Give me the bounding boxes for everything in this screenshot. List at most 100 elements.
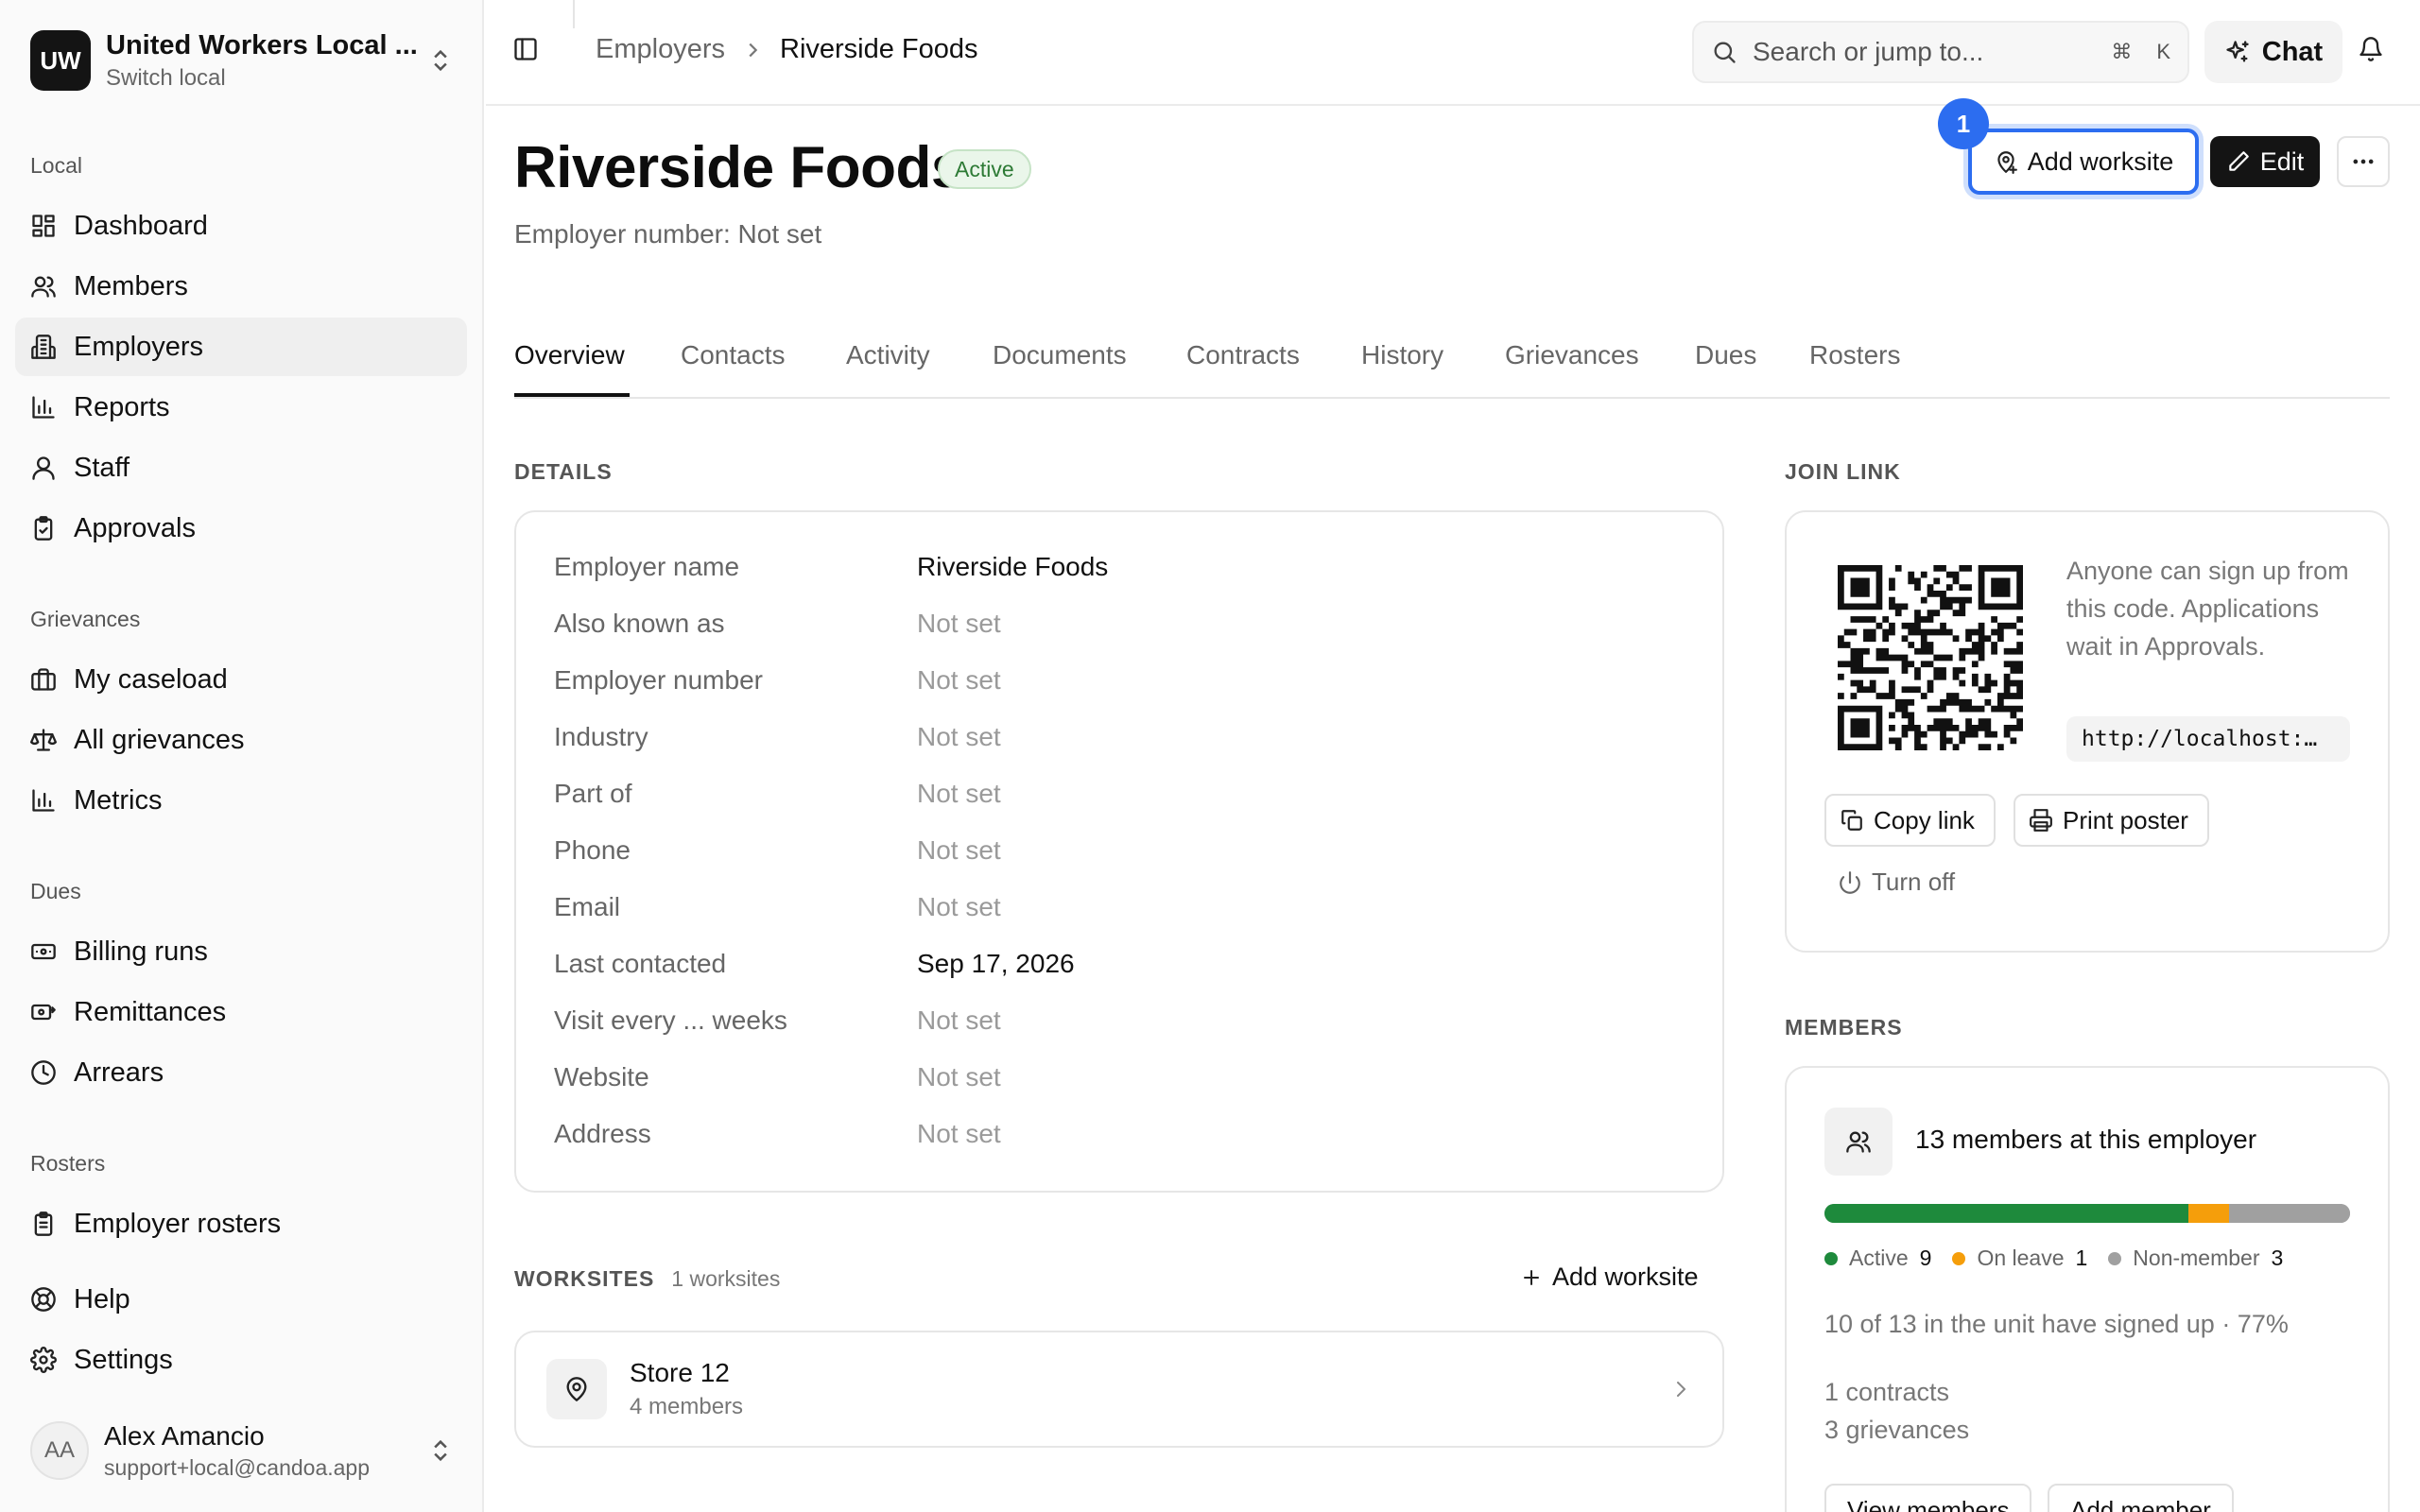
qr-code-image [1838,565,2023,750]
legend-active: Active 9 [1824,1246,1931,1271]
breadcrumb: Employers Riverside Foods [596,34,978,65]
detail-value: Riverside Foods [917,552,1109,581]
nav-section-grievances: Grievances [30,607,141,631]
clock-icon [31,1060,56,1085]
sidebar-item-metrics[interactable]: Metrics [15,771,467,830]
add-worksite-link[interactable]: Add worksite [1520,1263,1699,1292]
tab-contracts[interactable]: Contracts [1186,340,1300,370]
shortcut-key: K [2156,40,2170,63]
turn-off-button[interactable]: Turn off [1838,868,1955,897]
sidebar-item-label: Approvals [74,512,196,543]
join-description: Anyone can sign up from this code. Appli… [2066,557,2349,661]
edit-button[interactable]: Edit [2210,136,2320,187]
chevron-right-icon [749,43,758,57]
avatar: AA [30,1421,89,1480]
topbar: Employers Riverside Foods Search or jump… [486,0,2420,106]
user-icon [32,456,55,480]
legend-label: On leave [1977,1246,2065,1270]
legend-count: 1 [2075,1246,2088,1270]
detail-label: Employer number [554,665,763,695]
user-menu[interactable]: AA Alex Amancio support+local@candoa.app [30,1418,454,1484]
chevrons-up-down-icon [434,49,447,72]
breadcrumb-employers-link[interactable]: Employers [596,34,725,65]
worksite-icon-box [546,1359,607,1419]
detail-label: Also known as [554,609,725,638]
legend-dot [1824,1251,1838,1265]
detail-value: Not set [917,835,1001,865]
sidebar-item-all-grievances[interactable]: All grievances [15,711,467,769]
sidebar-toggle-button[interactable] [512,36,539,62]
add-worksite-link-label: Add worksite [1552,1263,1699,1291]
join-link-card: Anyone can sign up from this code. Appli… [1785,510,2390,953]
tab-documents[interactable]: Documents [993,340,1127,370]
sidebar-item-staff[interactable]: Staff [15,438,467,497]
org-switcher[interactable]: UW United Workers Local ... Switch local [30,28,454,93]
sidebar-item-billing-runs[interactable]: Billing runs [15,922,467,981]
detail-label: Industry [554,722,648,751]
sidebar-item-employer-rosters[interactable]: Employer rosters [15,1194,467,1253]
sparkles-icon [2226,41,2249,62]
worksite-members: 4 members [630,1394,744,1419]
view-members-button[interactable]: View members [1824,1484,2032,1512]
lifebuoy-icon [31,1287,56,1312]
search-input[interactable]: Search or jump to... ⌘ K [1692,21,2189,83]
sidebar-item-help[interactable]: Help [15,1270,467,1329]
bar-segment [1824,1204,2188,1223]
org-logo: UW [30,30,91,91]
chat-label: Chat [2261,36,2324,67]
members-section-label: MEMBERS [1785,1015,1903,1040]
sidebar: UW United Workers Local ... Switch local… [0,0,484,1512]
tab-overview[interactable]: Overview [514,340,625,370]
sidebar-item-label: Employer rosters [74,1208,282,1239]
chevrons-up-down-icon [434,1439,447,1462]
sidebar-item-dashboard[interactable]: Dashboard [15,197,467,255]
users-icon [31,276,56,298]
tab-contacts[interactable]: Contacts [681,340,786,370]
notifications-button[interactable] [2358,36,2384,62]
tab-rosters[interactable]: Rosters [1809,340,1900,370]
add-worksite-button[interactable]: Add worksite [1968,129,2199,195]
bar-segment [2187,1204,2229,1223]
detail-label: Visit every ... weeks [554,1005,787,1035]
worksite-name: Store 12 [630,1358,730,1387]
detail-label: Website [554,1062,649,1091]
sidebar-item-settings[interactable]: Settings [15,1331,467,1389]
tab-history[interactable]: History [1361,340,1443,370]
tab-dues[interactable]: Dues [1695,340,1756,370]
detail-value: Not set [917,722,1001,751]
worksites-count: 1 worksites [671,1266,781,1291]
sidebar-item-approvals[interactable]: Approvals [15,499,467,558]
sidebar-item-label: Billing runs [74,936,208,967]
chat-button[interactable]: Chat [2204,21,2342,83]
sidebar-item-reports[interactable]: Reports [15,378,467,437]
tab-bar: Overview Contacts Activity Documents Con… [514,331,2390,399]
print-poster-label: Print poster [2063,805,2188,834]
users-icon [1846,1131,1871,1153]
tab-grievances[interactable]: Grievances [1505,340,1639,370]
detail-value: Not set [917,892,1001,921]
add-member-button[interactable]: Add member [2048,1484,2234,1512]
sidebar-item-arrears[interactable]: Arrears [15,1043,467,1102]
copy-link-button[interactable]: Copy link [1824,794,1996,847]
sidebar-item-members[interactable]: Members [15,257,467,316]
worksites-section-label: WORKSITES [514,1266,655,1291]
detail-value: Not set [917,779,1001,808]
legend-dot [1952,1251,1966,1265]
step-badge: 1 [1938,98,1989,149]
sidebar-item-employers[interactable]: Employers [15,318,467,376]
more-options-button[interactable] [2337,136,2390,187]
sidebar-item-my-caseload[interactable]: My caseload [15,650,467,709]
join-url[interactable]: http://localhost:… [2066,716,2350,762]
tab-activity[interactable]: Activity [846,340,930,370]
clipboard-check-icon [34,516,53,541]
print-poster-button[interactable]: Print poster [2014,794,2209,847]
turn-off-label: Turn off [1872,868,1956,896]
detail-value: Not set [917,665,1001,695]
detail-label: Phone [554,835,631,865]
nav-section-dues: Dues [30,879,81,903]
details-section-label: DETAILS [514,459,613,484]
worksite-row[interactable]: Store 12 4 members [514,1331,1724,1448]
nav-section-local: Local [30,153,82,178]
sidebar-item-remittances[interactable]: Remittances [15,983,467,1041]
search-icon [1714,42,1736,63]
